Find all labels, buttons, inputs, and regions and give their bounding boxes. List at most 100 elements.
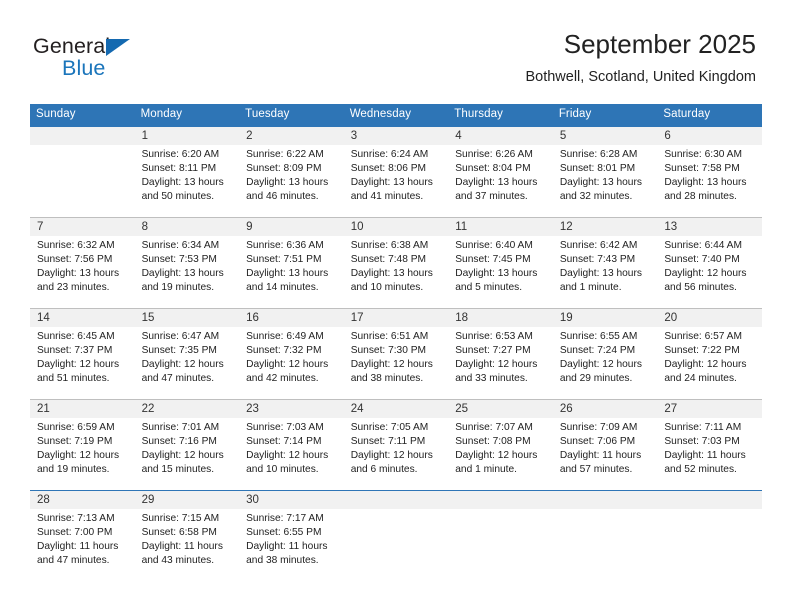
general-blue-logo[interactable]: General Blue [33,35,163,84]
day-cell[interactable]: Sunrise: 6:34 AM Sunset: 7:53 PM Dayligh… [135,236,240,308]
day-cell[interactable]: Sunrise: 6:44 AM Sunset: 7:40 PM Dayligh… [657,236,762,308]
day-number[interactable]: 7 [30,218,135,236]
week-row: 1 2 3 4 5 6 Sunrise: 6:20 AM Sunset: 8:1… [30,126,762,217]
sunrise-text: Sunrise: 6:28 AM [559,148,638,160]
day-number[interactable]: 8 [135,218,240,236]
day-number[interactable]: 22 [135,400,240,418]
day-cell[interactable]: Sunrise: 6:26 AM Sunset: 8:04 PM Dayligh… [448,145,553,217]
day-number[interactable]: 15 [135,309,240,327]
sunset-text: Sunset: 8:04 PM [455,163,531,174]
day-cell[interactable]: Sunrise: 6:51 AM Sunset: 7:30 PM Dayligh… [344,327,449,399]
day-number[interactable]: 21 [30,400,135,418]
day-number[interactable]: 11 [448,218,553,236]
day-number[interactable]: 10 [344,218,449,236]
day-number[interactable]: 2 [239,127,344,145]
day-number[interactable]: 16 [239,309,344,327]
day-number[interactable]: 5 [553,127,658,145]
sunrise-text: Sunrise: 7:01 AM [141,421,220,433]
day-cell[interactable]: Sunrise: 6:32 AM Sunset: 7:56 PM Dayligh… [30,236,135,308]
day-number[interactable]: 6 [657,127,762,145]
day-cell[interactable]: Sunrise: 7:15 AM Sunset: 6:58 PM Dayligh… [135,509,240,581]
sunrise-text: Sunrise: 6:55 AM [559,330,638,342]
sunset-text: Sunset: 7:45 PM [455,254,531,265]
day-number[interactable]: 25 [448,400,553,418]
day-cell[interactable] [448,509,553,581]
day-cell[interactable]: Sunrise: 6:53 AM Sunset: 7:27 PM Dayligh… [448,327,553,399]
day-number[interactable] [30,127,135,145]
daylight-text: Daylight: 13 hours [141,177,224,189]
sunrise-text: Sunrise: 6:45 AM [37,330,115,342]
day-cell[interactable]: Sunrise: 7:13 AM Sunset: 7:00 PM Dayligh… [30,509,135,581]
day-cell[interactable]: Sunrise: 6:49 AM Sunset: 7:32 PM Dayligh… [239,327,344,399]
day-number[interactable] [344,491,449,509]
daylight-text: Daylight: 11 hours [141,541,223,553]
day-cell[interactable]: Sunrise: 7:01 AM Sunset: 7:16 PM Dayligh… [135,418,240,490]
day-number[interactable] [657,491,762,509]
day-cell[interactable]: Sunrise: 6:24 AM Sunset: 8:06 PM Dayligh… [344,145,449,217]
day-number[interactable]: 27 [657,400,762,418]
day-cell[interactable]: Sunrise: 6:30 AM Sunset: 7:58 PM Dayligh… [657,145,762,217]
day-number[interactable]: 13 [657,218,762,236]
day-cell[interactable]: Sunrise: 7:05 AM Sunset: 7:11 PM Dayligh… [344,418,449,490]
day-number[interactable]: 18 [448,309,553,327]
day-number[interactable]: 3 [344,127,449,145]
sunrise-text: Sunrise: 7:03 AM [246,421,324,433]
day-cell[interactable]: Sunrise: 7:07 AM Sunset: 7:08 PM Dayligh… [448,418,553,490]
daylight-text-cont: and 32 minutes. [559,191,633,203]
sunset-text: Sunset: 7:37 PM [37,345,113,356]
daylight-text-cont: and 5 minutes. [455,282,523,294]
day-number[interactable]: 20 [657,309,762,327]
day-cell[interactable]: Sunrise: 6:22 AM Sunset: 8:09 PM Dayligh… [239,145,344,217]
sunrise-text: Sunrise: 6:24 AM [350,148,429,160]
logo-text-blue: Blue [62,56,106,80]
day-number[interactable]: 14 [30,309,135,327]
sunrise-text: Sunrise: 6:40 AM [455,239,533,251]
day-number[interactable]: 26 [553,400,658,418]
weekday-header-monday: Monday [140,108,183,120]
day-cell[interactable] [344,509,449,581]
day-number[interactable]: 4 [448,127,553,145]
day-cell[interactable]: Sunrise: 7:03 AM Sunset: 7:14 PM Dayligh… [239,418,344,490]
day-cell[interactable]: Sunrise: 6:57 AM Sunset: 7:22 PM Dayligh… [657,327,762,399]
day-cell[interactable] [553,509,658,581]
day-cell[interactable]: Sunrise: 6:40 AM Sunset: 7:45 PM Dayligh… [448,236,553,308]
day-number[interactable]: 1 [135,127,240,145]
week-detail-band: Sunrise: 7:13 AM Sunset: 7:00 PM Dayligh… [30,508,762,581]
day-number[interactable]: 24 [344,400,449,418]
day-cell[interactable]: Sunrise: 6:59 AM Sunset: 7:19 PM Dayligh… [30,418,135,490]
day-number[interactable]: 19 [553,309,658,327]
day-cell[interactable]: Sunrise: 7:09 AM Sunset: 7:06 PM Dayligh… [553,418,658,490]
day-number[interactable]: 23 [239,400,344,418]
day-cell[interactable]: Sunrise: 7:11 AM Sunset: 7:03 PM Dayligh… [657,418,762,490]
day-cell[interactable]: Sunrise: 6:36 AM Sunset: 7:51 PM Dayligh… [239,236,344,308]
title-block: September 2025 Bothwell, Scotland, Unite… [525,29,756,86]
sunrise-text: Sunrise: 6:51 AM [350,330,429,342]
day-cell[interactable]: Sunrise: 6:28 AM Sunset: 8:01 PM Dayligh… [553,145,658,217]
day-cell[interactable]: Sunrise: 6:20 AM Sunset: 8:11 PM Dayligh… [135,145,240,217]
day-number[interactable]: 28 [30,491,135,509]
day-cell[interactable]: Sunrise: 6:42 AM Sunset: 7:43 PM Dayligh… [553,236,658,308]
day-number[interactable]: 29 [135,491,240,509]
day-number[interactable]: 30 [239,491,344,509]
day-cell[interactable]: Sunrise: 6:45 AM Sunset: 7:37 PM Dayligh… [30,327,135,399]
day-cell[interactable]: Sunrise: 7:17 AM Sunset: 6:55 PM Dayligh… [239,509,344,581]
day-number[interactable]: 17 [344,309,449,327]
sunset-text: Sunset: 7:43 PM [559,254,636,265]
daylight-text-cont: and 19 minutes. [141,282,215,294]
daylight-text-cont: and 14 minutes. [246,282,319,294]
day-cell[interactable]: Sunrise: 6:47 AM Sunset: 7:35 PM Dayligh… [135,327,240,399]
sunset-text: Sunset: 7:08 PM [455,436,531,447]
sunset-text: Sunset: 6:58 PM [141,527,217,538]
day-cell[interactable] [657,509,762,581]
sunrise-text: Sunrise: 6:34 AM [141,239,220,251]
sunrise-text: Sunrise: 6:20 AM [141,148,220,160]
daylight-text-cont: and 23 minutes. [37,282,110,294]
day-number[interactable]: 9 [239,218,344,236]
day-cell[interactable] [30,145,135,217]
day-number[interactable]: 12 [553,218,658,236]
day-cell[interactable]: Sunrise: 6:38 AM Sunset: 7:48 PM Dayligh… [344,236,449,308]
day-cell[interactable]: Sunrise: 6:55 AM Sunset: 7:24 PM Dayligh… [553,327,658,399]
day-number[interactable] [553,491,658,509]
sunset-text: Sunset: 8:06 PM [350,163,427,174]
day-number[interactable] [448,491,553,509]
